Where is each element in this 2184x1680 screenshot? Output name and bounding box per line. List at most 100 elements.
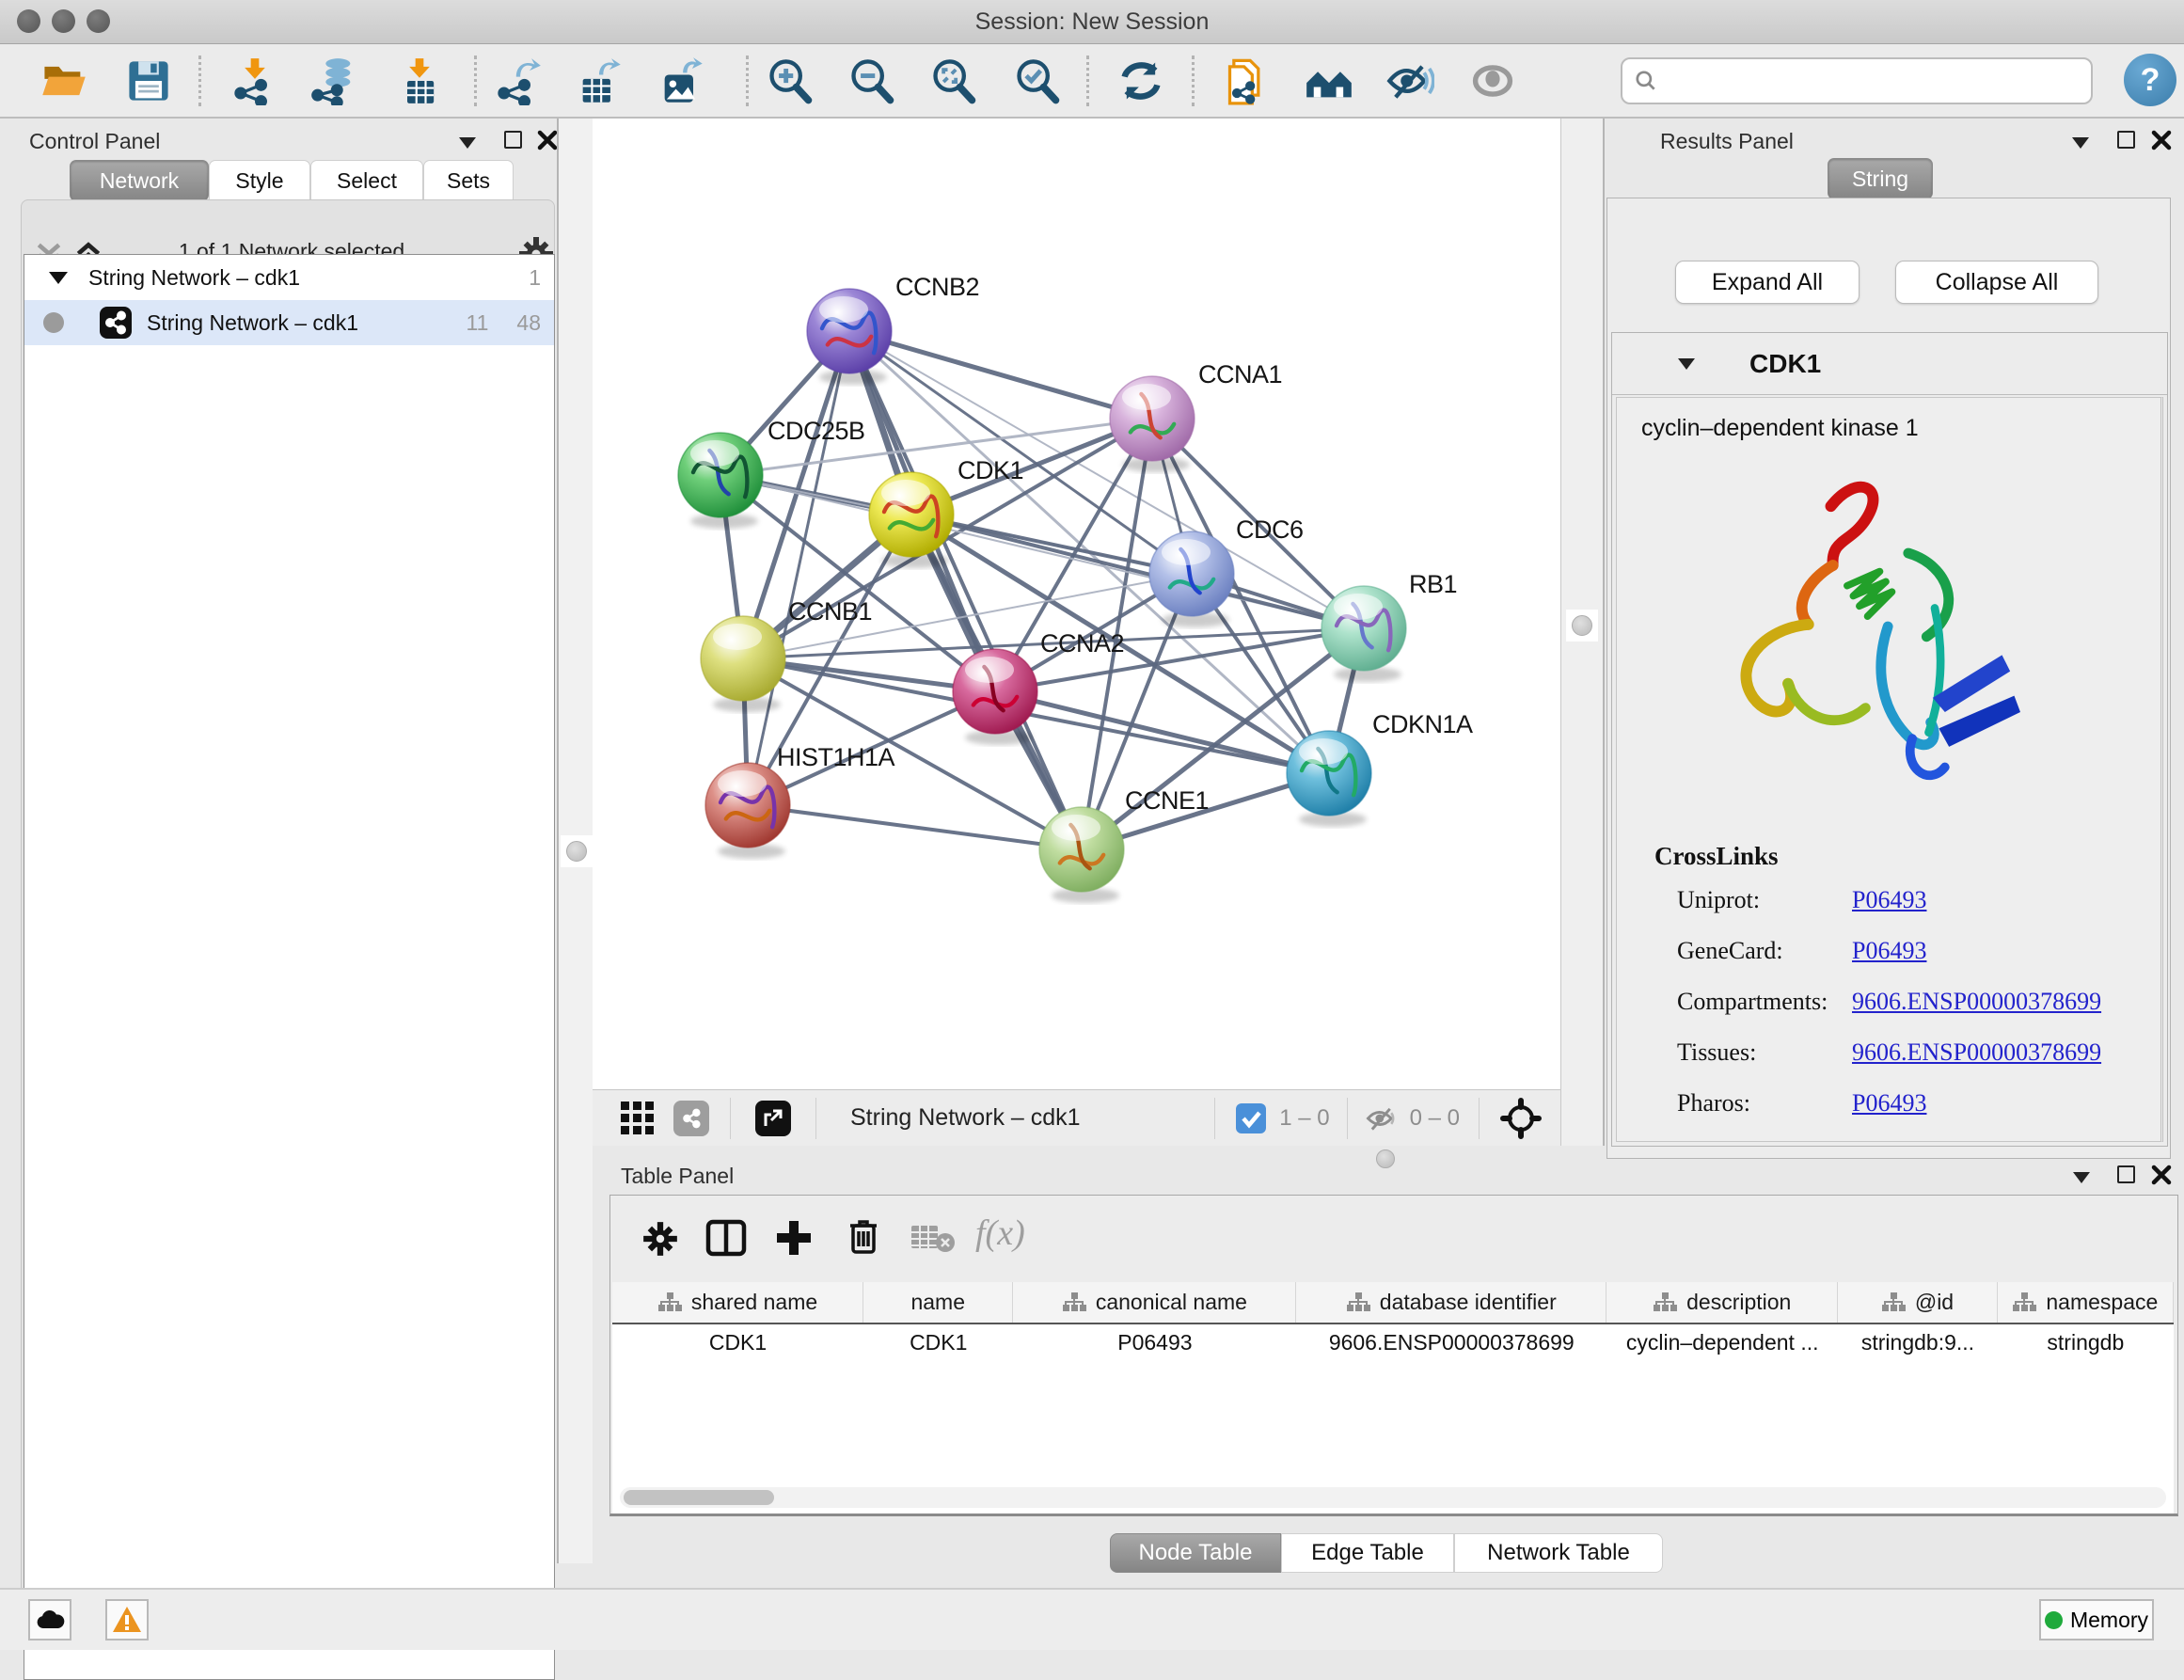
hide-selected-icon[interactable] [1381, 52, 1439, 110]
table-settings-gear-icon[interactable] [641, 1219, 680, 1259]
network-row[interactable]: String Network – cdk1 11 48 [24, 300, 554, 345]
node-CCNA1[interactable]: CCNA1 [1110, 360, 1282, 472]
crosslink-link[interactable]: P06493 [1852, 886, 1926, 914]
node-CDC6[interactable]: CDC6 [1149, 515, 1304, 627]
detach-view-icon[interactable] [755, 1101, 791, 1136]
delete-column-icon[interactable] [842, 1214, 885, 1258]
edge-CCNB2-HIST1H1A[interactable] [748, 331, 849, 805]
control-panel-float-icon[interactable] [504, 131, 522, 149]
collection-expander-icon[interactable] [49, 272, 68, 284]
column-header-shared-name[interactable]: shared name [612, 1282, 863, 1323]
zoom-selected-icon[interactable] [1008, 52, 1067, 110]
tab-select[interactable]: Select [310, 160, 423, 201]
show-all-icon[interactable] [1464, 52, 1522, 110]
node-result-header[interactable]: CDK1 [1612, 333, 2167, 395]
edge-HIST1H1A-CCNE1[interactable] [748, 805, 1082, 849]
export-image-icon[interactable] [652, 52, 710, 110]
crosslink-link[interactable]: P06493 [1852, 937, 1926, 965]
tab-network[interactable]: Network [70, 160, 209, 201]
delete-table-icon[interactable] [910, 1222, 957, 1254]
column-header--id[interactable]: @id [1838, 1282, 1997, 1323]
tab-style[interactable]: Style [209, 160, 310, 201]
birds-eye-view-icon[interactable] [619, 1100, 657, 1137]
table-cell[interactable]: CDK1 [612, 1324, 863, 1360]
table-cell[interactable]: 9606.ENSP00000378699 [1296, 1324, 1606, 1360]
network-collection-row[interactable]: String Network – cdk1 1 [24, 255, 554, 300]
table-cell[interactable]: CDK1 [863, 1324, 1013, 1360]
export-network-icon[interactable] [489, 52, 547, 110]
fit-selected-crosshair-icon[interactable] [1500, 1098, 1542, 1139]
node-CDC25B[interactable]: CDC25B [678, 417, 865, 529]
memory-button[interactable]: Memory [2039, 1599, 2154, 1640]
expand-all-button[interactable]: Expand All [1675, 261, 1860, 304]
search-input[interactable] [1658, 69, 2072, 93]
zoom-out-icon[interactable] [843, 52, 901, 110]
table-cell[interactable]: P06493 [1013, 1324, 1296, 1360]
column-header-database-identifier[interactable]: database identifier [1296, 1282, 1606, 1323]
node-CCNE1[interactable]: CCNE1 [1039, 786, 1209, 903]
open-session-icon[interactable] [35, 52, 93, 110]
crosslink-label: Tissues: [1677, 1038, 1852, 1067]
cloud-button[interactable] [28, 1599, 71, 1640]
tab-sets[interactable]: Sets [423, 160, 514, 201]
tab-network-table[interactable]: Network Table [1454, 1533, 1663, 1573]
tab-edge-table[interactable]: Edge Table [1281, 1533, 1454, 1573]
warnings-button[interactable] [105, 1599, 149, 1640]
table-hscrollbar-thumb[interactable] [624, 1490, 774, 1505]
network-overview-share-icon[interactable] [673, 1101, 709, 1136]
collapse-all-button[interactable]: Collapse All [1895, 261, 2098, 304]
left-splitter[interactable] [557, 119, 593, 1563]
import-network-from-database-icon[interactable] [305, 52, 363, 110]
import-network-from-file-icon[interactable] [226, 52, 284, 110]
column-header-namespace[interactable]: namespace [1998, 1282, 2174, 1323]
show-columns-icon[interactable] [704, 1216, 748, 1260]
table-hscrollbar[interactable] [620, 1487, 2166, 1508]
column-header-canonical-name[interactable]: canonical name [1013, 1282, 1296, 1323]
results-panel-float-icon[interactable] [2117, 131, 2135, 149]
control-panel-close-icon[interactable] [536, 129, 559, 151]
tab-string[interactable]: String [1828, 158, 1933, 199]
node-HIST1H1A[interactable]: HIST1H1A [705, 743, 895, 859]
table-cell[interactable]: stringdb [1998, 1324, 2174, 1360]
crosslink-link[interactable]: 9606.ENSP00000378699 [1852, 1038, 2101, 1067]
table-panel-float-icon[interactable] [2117, 1165, 2135, 1183]
table-panel-menu-icon[interactable] [2073, 1172, 2090, 1183]
crosslink-link[interactable]: P06493 [1852, 1089, 1926, 1117]
node-table[interactable]: shared namenamecanonical namedatabase id… [612, 1282, 2174, 1514]
control-panel-menu-icon[interactable] [459, 137, 476, 149]
help-button[interactable]: ? [2124, 54, 2176, 106]
first-neighbors-icon[interactable] [1300, 52, 1358, 110]
hidden-eye-slash-icon[interactable] [1365, 1103, 1399, 1133]
results-panel-close-icon[interactable] [2150, 129, 2173, 151]
crosslink-link[interactable]: 9606.ENSP00000378699 [1852, 988, 2101, 1016]
refresh-view-icon[interactable] [1112, 52, 1170, 110]
node-CCNB2[interactable]: CCNB2 [807, 273, 979, 385]
search-field[interactable] [1621, 57, 2093, 104]
right-splitter-handle[interactable] [1566, 610, 1598, 642]
column-header-name[interactable]: name [863, 1282, 1013, 1323]
table-cell[interactable]: stringdb:9... [1838, 1324, 1997, 1360]
right-splitter[interactable] [1560, 119, 1605, 1146]
zoom-fit-content-icon[interactable] [925, 52, 983, 110]
table-row[interactable]: CDK1CDK1P064939606.ENSP00000378699cyclin… [612, 1324, 2174, 1360]
node-result-description: cyclin–dependent kinase 1 [1641, 415, 2160, 442]
selected-checkbox-icon[interactable] [1236, 1103, 1266, 1133]
left-splitter-handle[interactable] [561, 835, 593, 867]
import-table-from-file-icon[interactable] [390, 52, 449, 110]
table-panel-close-icon[interactable] [2150, 1164, 2173, 1186]
node-RB1[interactable]: RB1 [1321, 570, 1457, 682]
clone-network-icon[interactable] [1219, 52, 1277, 110]
network-canvas[interactable]: CCNB2CCNA1CDC25BCDK1CDC6RB1CCNB1CCNA2CDK… [593, 119, 1560, 1089]
results-panel-menu-icon[interactable] [2072, 137, 2089, 149]
node-CDKN1A[interactable]: CDKN1A [1287, 710, 1473, 827]
edge-CCNB2-CCNE1[interactable] [849, 331, 1082, 849]
add-column-icon[interactable] [772, 1216, 815, 1260]
function-builder-icon[interactable]: f(x) [975, 1212, 1025, 1254]
table-cell[interactable]: cyclin–dependent ... [1606, 1324, 1838, 1360]
zoom-in-icon[interactable] [761, 52, 819, 110]
save-session-icon[interactable] [119, 52, 178, 110]
node-result-expander-icon[interactable] [1678, 358, 1695, 370]
tab-node-table[interactable]: Node Table [1110, 1533, 1281, 1573]
column-header-description[interactable]: description [1606, 1282, 1838, 1323]
export-table-icon[interactable] [570, 52, 628, 110]
